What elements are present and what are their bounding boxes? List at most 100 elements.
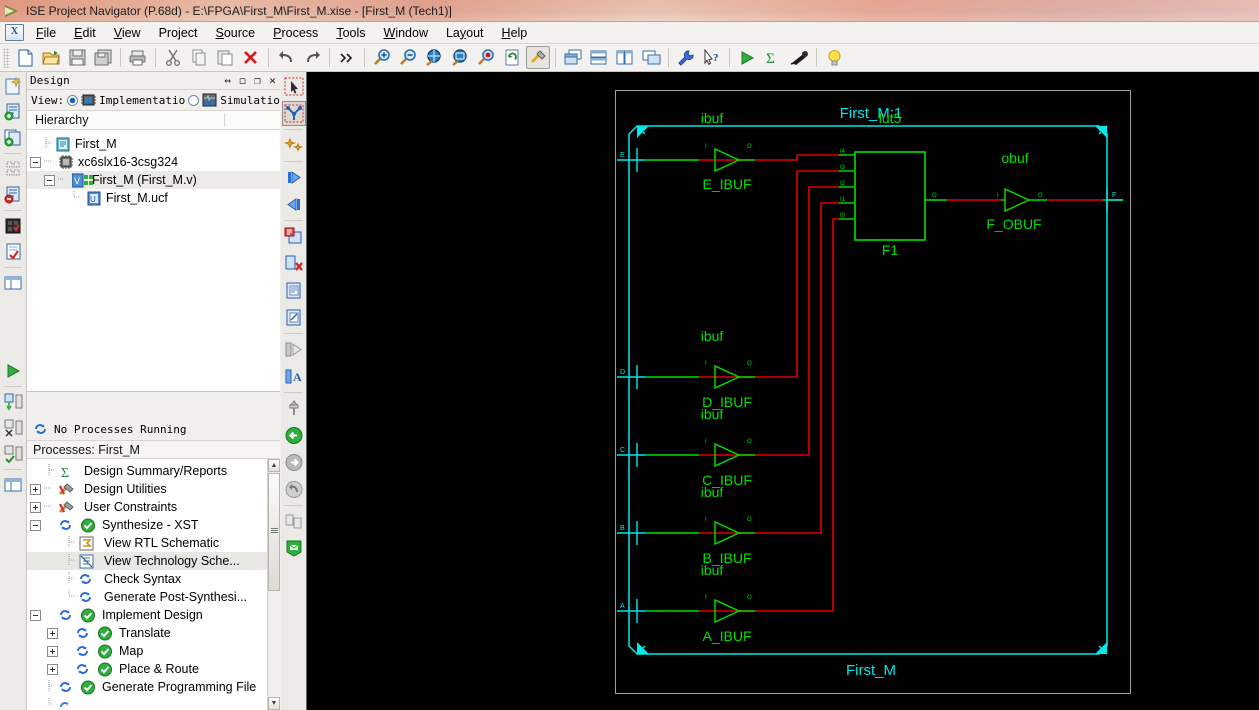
- restore-icon[interactable]: ❐: [250, 74, 265, 88]
- paste-sheet-icon[interactable]: [282, 305, 306, 330]
- close-icon[interactable]: ✕: [265, 74, 280, 88]
- tree-expander-plus[interactable]: [47, 627, 58, 639]
- implement-top-module-icon[interactable]: [1, 390, 26, 414]
- bookmark-icon[interactable]: [282, 536, 306, 561]
- pin-tool-icon[interactable]: [282, 396, 306, 421]
- design-goals-icon[interactable]: [1, 214, 26, 238]
- copy-sheet-icon[interactable]: [282, 278, 306, 303]
- tree-item-device[interactable]: xc6slx16-3csg324: [27, 153, 280, 171]
- tree-item-ucf[interactable]: U First_M.ucf: [27, 189, 280, 207]
- tree-expander-plus[interactable]: [30, 483, 41, 495]
- tree-expander-minus[interactable]: [30, 519, 41, 531]
- delete-icon[interactable]: [239, 46, 263, 69]
- copy-icon[interactable]: [187, 46, 211, 69]
- process-item-user-constraints[interactable]: User Constraints: [27, 498, 280, 516]
- process-item-implement-design[interactable]: Implement Design: [27, 606, 280, 624]
- save-icon[interactable]: [65, 46, 89, 69]
- add-copy-of-source-icon[interactable]: [1, 126, 26, 150]
- tile-horizontal-icon[interactable]: [587, 46, 611, 69]
- cut-icon[interactable]: [161, 46, 185, 69]
- run-icon[interactable]: [735, 46, 759, 69]
- overflow-chevron-icon[interactable]: [335, 46, 359, 69]
- hierarchy-tree[interactable]: First_M xc6slx16-3csg324 V First_M (Firs…: [27, 130, 280, 392]
- tree-item-module[interactable]: V First_M (First_M.v): [27, 171, 280, 189]
- tree-item-first-m[interactable]: First_M: [27, 135, 280, 153]
- scroll-down-button[interactable]: ▼: [268, 697, 280, 710]
- menu-file[interactable]: File: [27, 24, 65, 42]
- maximize-icon[interactable]: ◻: [235, 74, 250, 88]
- process-item-design-summary[interactable]: Σ Design Summary/Reports: [27, 462, 280, 481]
- design-goals-icon[interactable]: [526, 46, 550, 69]
- whats-this-help-icon[interactable]: ?: [700, 46, 724, 69]
- resize-icon[interactable]: ↔: [220, 74, 235, 88]
- processes-scrollbar[interactable]: ▲ ▼: [267, 459, 280, 710]
- menu-view[interactable]: View: [105, 24, 150, 42]
- process-item-check-syntax[interactable]: Check Syntax: [27, 570, 280, 588]
- zoom-in-icon[interactable]: [370, 46, 394, 69]
- process-item-synthesize-xst[interactable]: Synthesize - XST: [27, 516, 280, 534]
- paste-icon[interactable]: [213, 46, 237, 69]
- tile-vertical-icon[interactable]: [613, 46, 637, 69]
- process-item-design-utilities[interactable]: Design Utilities: [27, 480, 280, 498]
- run-process-icon[interactable]: [1, 359, 26, 383]
- menu-window[interactable]: Window: [375, 24, 437, 42]
- tree-expander-minus[interactable]: [44, 174, 55, 186]
- new-window-icon[interactable]: [639, 46, 663, 69]
- new-source-icon[interactable]: [1, 74, 26, 98]
- redo-icon[interactable]: [300, 46, 324, 69]
- process-item-generate-programming-file[interactable]: Generate Programming File: [27, 678, 280, 696]
- text-tool-icon[interactable]: A: [282, 364, 306, 389]
- process-item-map[interactable]: Map: [27, 642, 280, 660]
- new-file-icon[interactable]: [13, 46, 37, 69]
- schematic-graph-icon[interactable]: [282, 101, 306, 126]
- open-project-icon[interactable]: [39, 46, 63, 69]
- manage-configuration-icon[interactable]: [1, 157, 26, 181]
- select-tool-icon[interactable]: [282, 74, 306, 99]
- print-icon[interactable]: [126, 46, 150, 69]
- process-item-partial[interactable]: [27, 696, 280, 710]
- view-panels-icon[interactable]: [1, 271, 26, 295]
- refresh-icon[interactable]: [500, 46, 524, 69]
- menu-layout[interactable]: Layout: [437, 24, 493, 42]
- design-summary-icon[interactable]: Σ: [761, 46, 785, 69]
- tree-expander-plus[interactable]: [30, 501, 41, 513]
- implementation-radio[interactable]: [67, 94, 79, 106]
- menu-help[interactable]: Help: [493, 24, 537, 42]
- zoom-fit-icon[interactable]: [422, 46, 446, 69]
- tree-expander-minus[interactable]: [30, 156, 41, 168]
- menu-project[interactable]: Project: [150, 24, 207, 42]
- toolbar-grip[interactable]: [3, 47, 10, 68]
- process-item-view-rtl-schematic[interactable]: View RTL Schematic: [27, 534, 280, 552]
- next-page-icon[interactable]: [282, 165, 306, 190]
- simulation-radio[interactable]: [188, 94, 200, 106]
- add-source-icon[interactable]: [1, 100, 26, 124]
- back-arrow-icon[interactable]: [282, 423, 306, 448]
- highlight-star-icon[interactable]: [282, 133, 306, 158]
- menu-edit[interactable]: Edit: [65, 24, 105, 42]
- process-item-translate[interactable]: Translate: [27, 624, 280, 642]
- zoom-area-icon[interactable]: [448, 46, 472, 69]
- previous-page-icon[interactable]: [282, 192, 306, 217]
- technology-schematic-canvas[interactable]: First_M:1 First_M E ibuf I O E_IBUF lut5: [307, 72, 1259, 710]
- processes-list[interactable]: Σ Design Summary/Reports Design Utilitie…: [27, 459, 280, 710]
- undo-icon[interactable]: [274, 46, 298, 69]
- process-properties-icon[interactable]: [674, 46, 698, 69]
- process-item-place-and-route[interactable]: Place & Route: [27, 660, 280, 678]
- menu-tools[interactable]: Tools: [327, 24, 374, 42]
- scroll-thumb[interactable]: [268, 473, 280, 591]
- menu-source[interactable]: Source: [207, 24, 265, 42]
- menu-process[interactable]: Process: [264, 24, 327, 42]
- view-panel-icon[interactable]: [1, 473, 26, 497]
- process-item-view-technology-schematic[interactable]: View Technology Sche...: [27, 552, 280, 570]
- tree-expander-minus[interactable]: [30, 609, 41, 621]
- scroll-up-button[interactable]: ▲: [268, 459, 280, 472]
- zoom-region-icon[interactable]: [282, 337, 306, 362]
- rerun-all-icon[interactable]: [1, 416, 26, 440]
- impact-icon[interactable]: [787, 46, 811, 69]
- add-sheet-icon[interactable]: [282, 224, 306, 249]
- tree-expander-plus[interactable]: [47, 645, 58, 657]
- split-view-icon[interactable]: [282, 509, 306, 534]
- stop-process-icon[interactable]: [1, 442, 26, 466]
- zoom-out-icon[interactable]: [396, 46, 420, 69]
- save-all-icon[interactable]: [91, 46, 115, 69]
